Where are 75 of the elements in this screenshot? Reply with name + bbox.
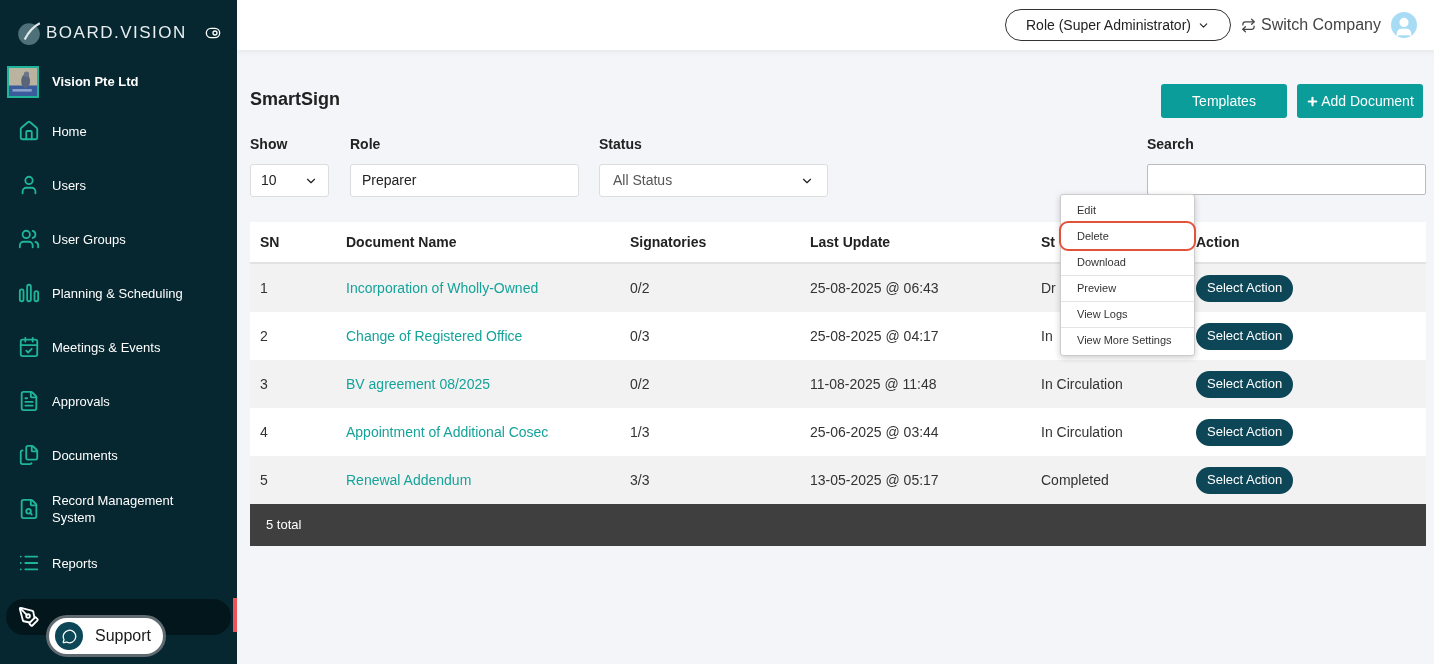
table-cell-text: 0/2: [629, 374, 651, 394]
table-cell-text: 3: [259, 374, 269, 394]
company-name: Vision Pte Ltd: [52, 73, 139, 92]
show-select[interactable]: 10: [250, 164, 329, 197]
record-icon: [18, 498, 40, 520]
menu-item[interactable]: Delete: [1061, 223, 1194, 249]
table-cell-text: Completed: [1041, 470, 1109, 490]
sidebar-item[interactable]: Planning & Scheduling: [6, 275, 231, 311]
column-header: SN: [260, 232, 280, 252]
total-count: 5 total: [266, 516, 302, 535]
table-cell-text: 2: [259, 326, 269, 346]
sidebar-item[interactable]: Approvals: [6, 383, 231, 419]
users-icon: [18, 228, 40, 250]
plus-icon: [1306, 94, 1320, 108]
table-cell-text: 0/2: [629, 278, 651, 298]
calendar-icon: [18, 336, 40, 358]
column-header: Signatories: [630, 232, 707, 252]
field-label: Show: [250, 135, 289, 154]
page-title: SmartSign: [250, 88, 341, 111]
table-cell-text: 5: [259, 470, 269, 490]
sidebar-item[interactable]: Reports: [6, 545, 231, 581]
table-cell-text: 25-06-2025 @ 03:44: [809, 422, 940, 442]
table-cell-text: Dr: [1041, 278, 1056, 298]
documents-icon: [18, 444, 40, 466]
table-cell-text: 3/3: [629, 470, 651, 490]
sidebar-item[interactable]: Documents: [6, 437, 231, 473]
menu-item[interactable]: Download: [1061, 249, 1194, 275]
select-action-button[interactable]: Select Action: [1196, 418, 1294, 446]
select-action-button[interactable]: Select Action: [1196, 466, 1294, 494]
bar-chart-icon: [18, 282, 40, 304]
sidebar-item[interactable]: Home: [6, 113, 231, 149]
sidebar-item[interactable]: User Groups: [6, 221, 231, 257]
table-cell-text: In Circulation: [1041, 374, 1123, 394]
table-cell-text: 0/3: [629, 326, 651, 346]
column-header: Action: [1196, 232, 1240, 252]
column-header: St: [1041, 232, 1055, 252]
menu-item[interactable]: Preview: [1061, 275, 1194, 301]
document-icon: [18, 390, 40, 412]
switch-company-button[interactable]: Switch Company: [1240, 13, 1381, 37]
select-action-button[interactable]: Select Action: [1196, 322, 1294, 350]
avatar-icon[interactable]: [1391, 12, 1417, 38]
menu-item[interactable]: View More Settings: [1061, 327, 1194, 353]
chat-icon: [55, 622, 83, 650]
menu-item[interactable]: Edit: [1061, 197, 1194, 223]
column-header: Document Name: [346, 232, 457, 252]
pen-icon: [18, 606, 40, 628]
select-action-button[interactable]: Select Action: [1196, 274, 1294, 302]
table-cell-text: 13-05-2025 @ 05:17: [809, 470, 940, 490]
role-field[interactable]: Preparer: [350, 164, 579, 197]
select-action-button[interactable]: Select Action: [1196, 370, 1294, 398]
status-select[interactable]: All Status: [599, 164, 828, 197]
logo-icon: [16, 20, 42, 46]
table-cell-text: 4: [259, 422, 269, 442]
sidebar-item[interactable]: Users: [6, 167, 231, 203]
search-field[interactable]: [1147, 164, 1426, 195]
scrollbar: [233, 598, 237, 632]
sidebar-item[interactable]: Meetings & Events: [6, 329, 231, 365]
table-cell-text: 25-08-2025 @ 06:43: [809, 278, 940, 298]
field-label: Status: [599, 135, 643, 154]
menu-item[interactable]: View Logs: [1061, 301, 1194, 327]
swap-icon: [1240, 17, 1256, 33]
table-cell-text: 1: [259, 278, 269, 298]
table-cell-text: In: [1041, 326, 1053, 346]
column-header: Last Update: [810, 232, 891, 252]
field-label: Role: [350, 135, 382, 154]
support-button[interactable]: Support: [46, 615, 167, 657]
brand-name: BOARD.VISION: [46, 22, 187, 45]
table-cell-text: In Circulation: [1041, 422, 1123, 442]
table-cell-text: 25-08-2025 @ 04:17: [809, 326, 940, 346]
field-label: Search: [1147, 135, 1195, 154]
home-icon: [18, 120, 40, 142]
sidebar-item[interactable]: Record Management System: [6, 491, 231, 527]
toggle-icon[interactable]: [205, 25, 221, 41]
table-cell-text: 11-08-2025 @ 11:48: [809, 374, 938, 394]
table-cell-text: 1/3: [629, 422, 651, 442]
